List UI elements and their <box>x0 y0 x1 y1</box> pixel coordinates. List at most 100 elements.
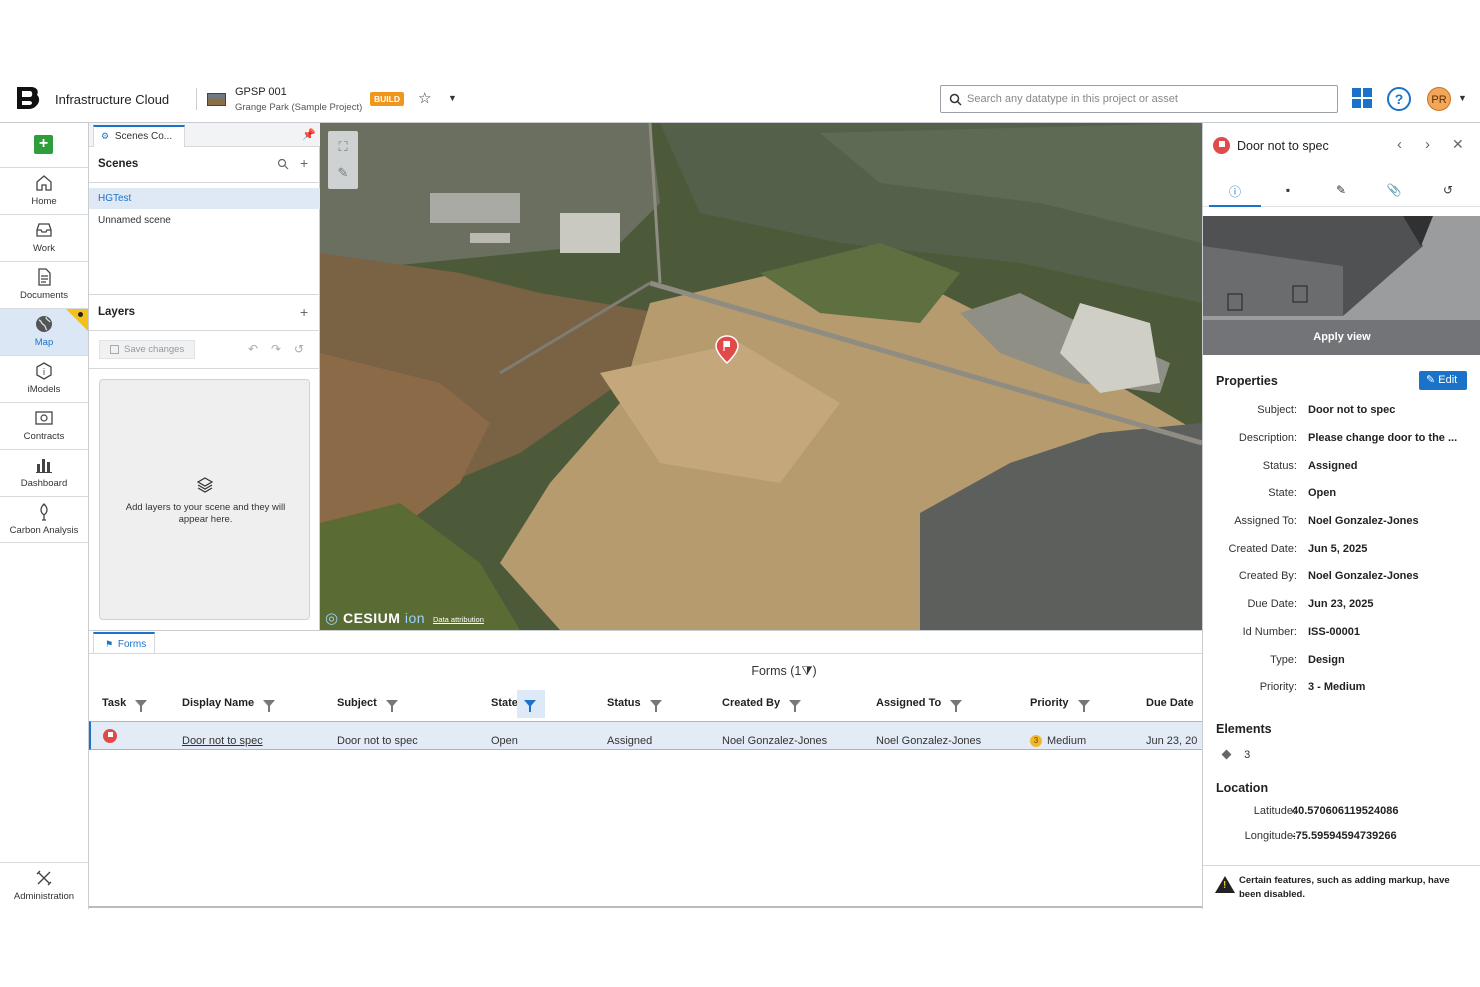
project-name[interactable]: GPSP 001 <box>235 86 287 98</box>
column-header-subject[interactable]: Subject <box>337 697 398 712</box>
nav-item-work[interactable]: Work <box>0 214 88 261</box>
nav-label: Dashboard <box>20 478 68 489</box>
tab-forms[interactable]: ⚑ Forms <box>93 632 155 654</box>
tab-info-icon[interactable]: ⓘ <box>1227 183 1243 199</box>
help-icon[interactable]: ? <box>1387 87 1411 111</box>
tab-attachments-icon[interactable]: 📎 <box>1386 183 1402 199</box>
apply-view-button[interactable]: Apply view <box>1203 320 1480 355</box>
new-feature-flag-icon <box>66 309 88 331</box>
project-dropdown-caret-icon[interactable]: ▼ <box>448 93 457 103</box>
project-subtitle[interactable]: Grange Park (Sample Project) <box>235 102 362 113</box>
edit-label: Edit <box>1438 374 1458 386</box>
column-header-display-name[interactable]: Display Name <box>182 697 276 712</box>
add-button[interactable]: + <box>34 135 53 154</box>
issue-detail-panel: Door not to spec ‹ › ✕ ⓘ ▪ ✎ 📎 ↺ Apply v… <box>1202 123 1480 909</box>
filter-icon[interactable] <box>649 699 662 712</box>
column-header-created-by[interactable]: Created By <box>722 697 802 712</box>
cell-assigned-to: Noel Gonzalez-Jones <box>876 735 982 747</box>
nav-item-map[interactable]: Map <box>0 308 88 355</box>
nav-label: iModels <box>27 384 61 395</box>
filter-icon[interactable] <box>950 699 963 712</box>
column-header-priority[interactable]: Priority <box>1030 697 1090 712</box>
scene-item[interactable]: Unnamed scene <box>89 210 320 231</box>
nav-item-documents[interactable]: Documents <box>0 261 88 308</box>
prop-value: Open <box>1308 487 1337 499</box>
undo-icon[interactable]: ↶ <box>248 342 258 356</box>
nav-item-administration[interactable]: Administration <box>0 862 88 909</box>
filter-icon <box>524 700 536 712</box>
aerial-imagery <box>320 123 1202 630</box>
nav-item-contracts[interactable]: Contracts <box>0 402 88 449</box>
app-switcher-icon[interactable] <box>1352 88 1372 108</box>
map-viewport[interactable]: ⛶ ✎ ◎ CESIUM ion Data attribution <box>320 123 1202 630</box>
home-icon <box>36 175 52 191</box>
data-attribution-link[interactable]: Data attribution <box>433 615 484 624</box>
detail-tabs: ⓘ ▪ ✎ 📎 ↺ <box>1203 175 1480 207</box>
column-label: State <box>491 697 518 709</box>
column-label: Assigned To <box>876 697 942 709</box>
pin-icon[interactable]: 📌 <box>302 128 316 141</box>
warning-icon <box>1215 876 1235 893</box>
column-header-task[interactable]: Task <box>102 697 148 712</box>
forms-title: Forms (1⧩) <box>751 664 817 678</box>
add-scene-icon[interactable]: + <box>300 155 308 171</box>
prop-label: Due Date: <box>1247 598 1297 610</box>
cesium-logo[interactable]: ◎ CESIUM ion <box>325 609 425 627</box>
filter-icon[interactable] <box>263 699 276 712</box>
search-icon <box>949 93 962 106</box>
previous-icon[interactable]: ‹ <box>1397 136 1402 153</box>
issue-marker-icon[interactable] <box>715 335 739 365</box>
prop-label: Created By: <box>1238 570 1297 582</box>
global-search-input[interactable]: Search any datatype in this project or a… <box>940 85 1338 113</box>
column-header-state[interactable]: State <box>491 697 518 709</box>
prop-label: Id Number: <box>1242 626 1297 638</box>
cell-display-name-link[interactable]: Door not to spec <box>182 735 263 747</box>
column-label: Priority <box>1030 697 1069 709</box>
saved-view-thumbnail[interactable]: Apply view <box>1203 216 1480 355</box>
elements-count[interactable]: 3 <box>1221 749 1250 761</box>
user-menu-caret-icon[interactable]: ▼ <box>1458 93 1467 103</box>
filter-icon[interactable] <box>1077 699 1090 712</box>
tab-edit-icon[interactable]: ✎ <box>1333 183 1349 199</box>
tab-history-icon[interactable]: ↺ <box>1440 183 1456 199</box>
scene-item[interactable]: HGTest <box>89 188 320 209</box>
prop-value: Door not to spec <box>1308 404 1396 416</box>
latitude-value: 40.570606119524086 <box>1292 805 1399 817</box>
active-tab-indicator <box>1209 205 1261 207</box>
measure-icon[interactable]: ✎ <box>335 165 351 181</box>
redo-icon[interactable]: ↷ <box>271 342 281 356</box>
prop-label: Status: <box>1262 460 1297 472</box>
next-icon[interactable]: › <box>1425 136 1430 153</box>
nav-item-home[interactable]: Home <box>0 167 88 214</box>
user-avatar[interactable]: PR <box>1427 87 1451 111</box>
save-changes-button[interactable]: Save changes <box>99 340 195 359</box>
reset-icon[interactable]: ↺ <box>294 342 304 356</box>
nav-item-imodels[interactable]: i iModels <box>0 355 88 402</box>
location-heading: Location <box>1216 781 1269 795</box>
nav-item-carbon-analysis[interactable]: Carbon Analysis <box>0 496 88 543</box>
filter-icon[interactable] <box>135 699 148 712</box>
edit-button[interactable]: ✎ Edit <box>1419 371 1467 390</box>
state-filter-active-icon[interactable] <box>517 690 545 718</box>
close-icon[interactable]: ✕ <box>1452 136 1464 153</box>
prop-label: Type: <box>1270 654 1297 666</box>
search-icon[interactable] <box>277 158 289 170</box>
column-header-due-date[interactable]: Due Date <box>1146 697 1194 709</box>
filter-icon[interactable] <box>385 699 398 712</box>
favorite-star-icon[interactable]: ☆ <box>418 89 431 107</box>
contract-icon <box>35 411 53 425</box>
column-header-status[interactable]: Status <box>607 697 662 712</box>
layers-empty-state: Add layers to your scene and they will a… <box>99 379 310 620</box>
fit-view-icon[interactable]: ⛶ <box>335 139 351 155</box>
scenes-tab-bar: ⚙ Scenes Co... 📌 <box>89 123 320 147</box>
nav-item-dashboard[interactable]: Dashboard <box>0 449 88 496</box>
top-header: Infrastructure Cloud GPSP 001 Grange Par… <box>0 76 1480 123</box>
filter-icon[interactable] <box>789 699 802 712</box>
column-header-assigned-to[interactable]: Assigned To <box>876 697 963 712</box>
add-layer-icon[interactable]: + <box>300 304 308 320</box>
bentley-logo[interactable] <box>14 85 42 113</box>
tab-comments-icon[interactable]: ▪ <box>1280 183 1296 199</box>
tab-scenes-configuration[interactable]: ⚙ Scenes Co... <box>93 125 185 147</box>
project-thumbnail[interactable] <box>207 93 226 106</box>
forms-tab-label: Forms <box>117 639 147 650</box>
